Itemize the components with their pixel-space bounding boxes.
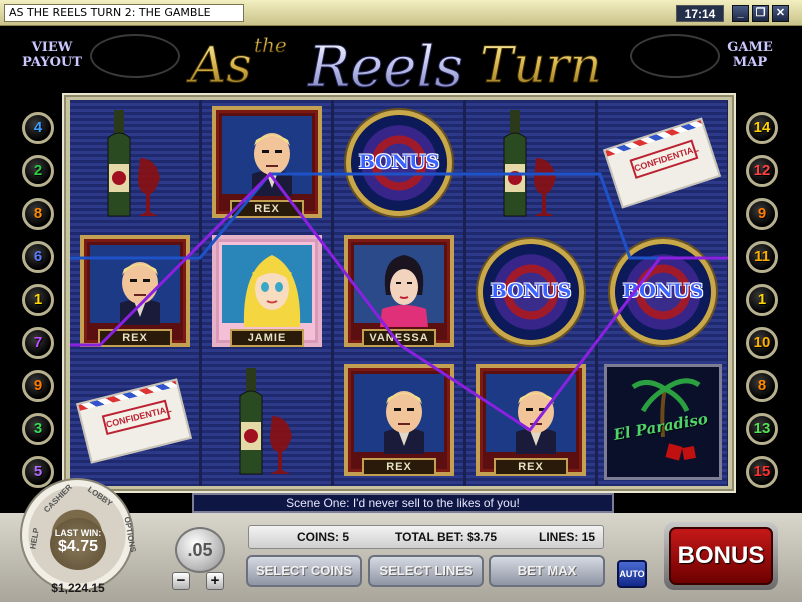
payline-number-right[interactable]: 10	[746, 327, 778, 359]
logo-turn: Turn	[480, 36, 602, 94]
logo-the: the	[254, 33, 287, 57]
coin-value-display: .05	[175, 527, 225, 573]
minimize-button[interactable]: _	[732, 5, 749, 22]
payline-number-right[interactable]: 8	[746, 370, 778, 402]
bonus-button-label: BONUS	[669, 527, 773, 585]
logo-reels: Reels	[307, 35, 463, 94]
select-coins-button[interactable]: SELECT COINS	[246, 555, 362, 587]
help-button[interactable]: HELP	[28, 527, 41, 550]
payline-number-left[interactable]: 3	[22, 413, 54, 445]
payline-number-right[interactable]: 14	[746, 112, 778, 144]
payline-number-left[interactable]: 8	[22, 198, 54, 230]
bonus-spin-button[interactable]: BONUS	[664, 522, 778, 590]
payline-number-left[interactable]: 6	[22, 241, 54, 273]
reels-area: REX CONFIDENTIAL REX JAMIE BONUS VANESSA…	[70, 100, 728, 486]
lines-display: LINES: 15	[539, 530, 596, 544]
payline-number-right[interactable]: 12	[746, 155, 778, 187]
payline-number-left[interactable]: 4	[22, 112, 54, 144]
title-bar: AS THE REELS TURN 2: THE GAMBLE 17:14 _ …	[0, 0, 802, 26]
swirl-ornament-right	[630, 34, 720, 78]
bet-info-bar: COINS: 5 TOTAL BET: $3.75 LINES: 15	[248, 525, 604, 549]
payline-number-left[interactable]: 9	[22, 370, 54, 402]
last-win-display: LAST WIN: $4.75	[50, 518, 106, 570]
payline-purple	[70, 171, 728, 433]
clock: 17:14	[676, 5, 724, 22]
last-win-label: LAST WIN:	[54, 528, 102, 538]
increase-coin-button[interactable]: +	[206, 572, 224, 590]
winning-paylines	[70, 171, 728, 433]
payline-number-left[interactable]: 7	[22, 327, 54, 359]
cashier-button[interactable]: CASHIER	[42, 483, 74, 515]
window-title: AS THE REELS TURN 2: THE GAMBLE	[4, 4, 244, 22]
payline-number-right[interactable]: 9	[746, 198, 778, 230]
bet-max-button[interactable]: BET MAX	[489, 555, 605, 587]
decrease-coin-button[interactable]: −	[172, 572, 190, 590]
payline-number-left[interactable]: 1	[22, 284, 54, 316]
scene-banner: Scene One: I'd never sell to the likes o…	[192, 493, 614, 513]
last-win-value: $4.75	[57, 538, 99, 555]
lobby-button[interactable]: LOBBY	[86, 485, 114, 508]
payline-blue	[70, 172, 728, 260]
payline-number-left[interactable]: 5	[22, 456, 54, 488]
payline-number-right[interactable]: 13	[746, 413, 778, 445]
total-bet-display: TOTAL BET: $3.75	[395, 530, 498, 544]
restore-button[interactable]: ❐	[752, 5, 769, 22]
close-button[interactable]: ✕	[772, 5, 789, 22]
payline-number-left[interactable]: 2	[22, 155, 54, 187]
logo-as: As	[186, 36, 252, 94]
auto-play-button[interactable]: AUTO	[617, 560, 647, 588]
payline-number-right[interactable]: 1	[746, 284, 778, 316]
balance: $1,224.15	[51, 581, 105, 595]
game-map-button[interactable]: GAME MAP	[710, 40, 790, 80]
payline-number-right[interactable]: 11	[746, 241, 778, 273]
select-lines-button[interactable]: SELECT LINES	[368, 555, 484, 587]
coins-display: COINS: 5	[297, 530, 350, 544]
game-logo: As the Reels Turn	[186, 33, 603, 94]
payline-number-right[interactable]: 15	[746, 456, 778, 488]
swirl-ornament-left	[90, 34, 180, 78]
view-payout-button[interactable]: VIEW PAYOUT	[12, 40, 92, 80]
